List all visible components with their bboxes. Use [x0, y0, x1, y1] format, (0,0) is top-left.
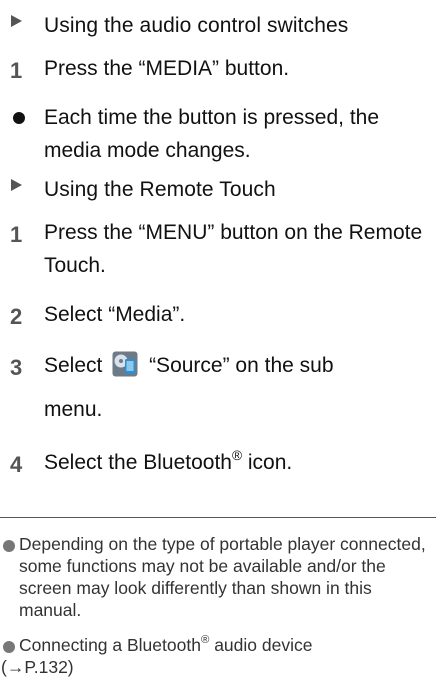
registered-mark: ®: [231, 447, 243, 463]
step-text-after: icon.: [242, 451, 293, 474]
step-text: Select the Bluetooth® icon.: [44, 446, 292, 479]
note-text-after: audio device: [209, 635, 313, 655]
step-text-before: Select the Bluetooth: [44, 451, 232, 474]
section-heading-audio-switches: [0, 8, 22, 27]
note-text: Depending on the type of portable player…: [19, 534, 426, 620]
step-text-after: “Source” on the sub: [149, 354, 334, 377]
section-heading-text: Using the audio control switches: [44, 14, 349, 37]
manual-page: Using the audio control switches 1 Press…: [0, 0, 436, 696]
page-reference: (→P.132): [1, 657, 74, 677]
step-text: Select “Media”.: [44, 303, 186, 326]
bullet-text: Each time the button is pressed, the med…: [44, 106, 380, 162]
step-number: 2: [10, 304, 23, 329]
note-bullet-icon: [3, 641, 15, 653]
step-text-before: Select: [44, 354, 103, 377]
source-icon: [112, 351, 138, 377]
note-bullet-icon: [3, 540, 15, 552]
triangle-bullet-icon: [11, 15, 22, 27]
step-number: 1: [10, 222, 23, 247]
step-text: Press the “MENU” button on the Remote To…: [44, 221, 423, 277]
section-heading-text: Using the Remote Touch: [44, 178, 276, 201]
step-text: Select “Source” on the sub: [44, 349, 334, 382]
registered-mark: ®: [200, 634, 210, 647]
step-text-line2: menu.: [44, 398, 103, 421]
triangle-bullet-icon: [11, 179, 22, 191]
bullet-dot-icon: [13, 112, 25, 124]
note-text: Connecting a Bluetooth® audio device: [19, 634, 312, 656]
step-number: 3: [10, 355, 23, 380]
step-number: 4: [10, 452, 23, 477]
notes-divider: [0, 517, 436, 518]
note-text-before: Connecting a Bluetooth: [19, 635, 201, 655]
step-number: 1: [10, 58, 23, 83]
section-heading-remote-touch: [0, 172, 22, 191]
step-text: Press the “MEDIA” button.: [44, 57, 290, 80]
